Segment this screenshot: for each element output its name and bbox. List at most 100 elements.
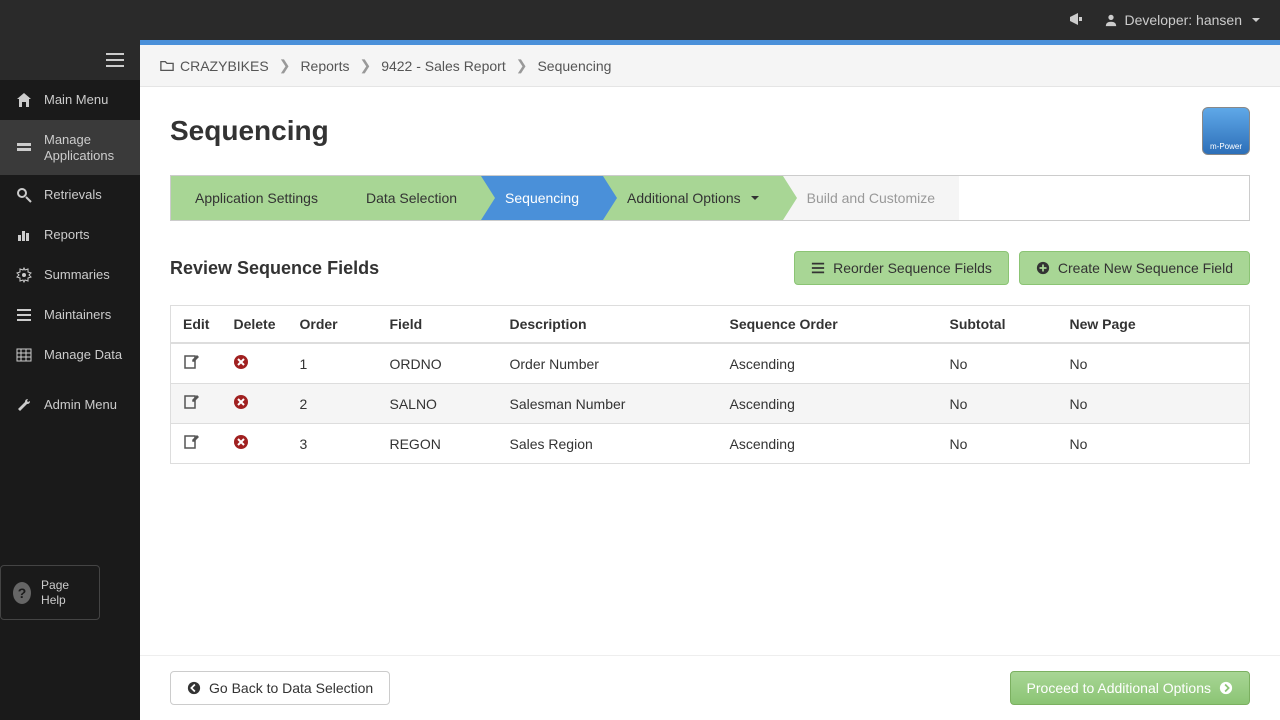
wizard-step-sequencing[interactable]: Sequencing: [481, 176, 603, 220]
breadcrumb-label: Reports: [300, 58, 349, 74]
cell-sequence-order: Ascending: [717, 343, 937, 384]
arrow-left-circle-icon: [187, 681, 201, 695]
sidebar-item-label: Main Menu: [44, 92, 108, 108]
chevron-right-icon: ❯: [279, 57, 291, 74]
cell-subtotal: No: [937, 343, 1057, 384]
cell-subtotal: No: [937, 384, 1057, 424]
breadcrumb: CRAZYBIKES ❯ Reports ❯ 9422 - Sales Repo…: [140, 45, 1280, 87]
list-icon: [16, 307, 32, 323]
sidebar-item-manage-applications[interactable]: Manage Applications: [0, 120, 140, 175]
caret-down-icon: [1252, 18, 1260, 22]
delete-icon[interactable]: [233, 394, 249, 410]
sidebar-item-maintainers[interactable]: Maintainers: [0, 295, 140, 335]
sidebar-item-label: Manage Data: [44, 347, 122, 363]
breadcrumb-item-root[interactable]: CRAZYBIKES: [160, 58, 269, 74]
reorder-button[interactable]: Reorder Sequence Fields: [794, 251, 1009, 285]
topbar: Developer: hansen: [0, 0, 1280, 40]
button-label: Create New Sequence Field: [1058, 260, 1233, 276]
sidebar-item-reports[interactable]: Reports: [0, 215, 140, 255]
folder-icon: [160, 59, 174, 73]
user-menu[interactable]: Developer: hansen: [1104, 12, 1260, 28]
mpower-logo: m-Power: [1202, 107, 1250, 155]
cell-order: 1: [287, 343, 377, 384]
breadcrumb-item-current: Sequencing: [537, 58, 611, 74]
edit-icon[interactable]: [183, 394, 199, 410]
sequence-table: Edit Delete Order Field Description Sequ…: [170, 305, 1250, 464]
th-edit: Edit: [171, 306, 222, 344]
footer: Go Back to Data Selection Proceed to Add…: [140, 655, 1280, 720]
announcement-icon[interactable]: [1068, 11, 1084, 30]
cell-field: ORDNO: [377, 343, 497, 384]
search-icon: [16, 187, 32, 203]
hamburger-icon: [106, 53, 124, 67]
page-help-label: Page Help: [41, 578, 87, 607]
button-label: Go Back to Data Selection: [209, 680, 373, 696]
wizard-step-data-selection[interactable]: Data Selection: [342, 176, 481, 220]
breadcrumb-item-reports[interactable]: Reports: [300, 58, 349, 74]
edit-icon[interactable]: [183, 434, 199, 450]
help-icon: ?: [13, 582, 31, 604]
chevron-right-icon: ❯: [359, 57, 371, 74]
sidebar-item-summaries[interactable]: Summaries: [0, 255, 140, 295]
page-title: Sequencing: [170, 115, 329, 147]
sidebar-item-label: Manage Applications: [44, 132, 124, 163]
page-help-button[interactable]: ? Page Help: [0, 565, 100, 620]
wizard-step-additional-options[interactable]: Additional Options: [603, 176, 783, 220]
breadcrumb-item-report[interactable]: 9422 - Sales Report: [381, 58, 506, 74]
cell-field: REGON: [377, 424, 497, 464]
chart-icon: [16, 227, 32, 243]
sidebar-item-label: Maintainers: [44, 307, 111, 323]
user-label: Developer: hansen: [1124, 12, 1242, 28]
wizard-step-label: Additional Options: [627, 190, 741, 206]
sidebar-item-label: Admin Menu: [44, 397, 117, 413]
breadcrumb-label: CRAZYBIKES: [180, 58, 269, 74]
sidebar-item-retrievals[interactable]: Retrievals: [0, 175, 140, 215]
cell-description: Order Number: [497, 343, 717, 384]
delete-icon[interactable]: [233, 354, 249, 370]
sidebar-item-main-menu[interactable]: Main Menu: [0, 80, 140, 120]
table-row: 1ORDNOOrder NumberAscendingNoNo: [171, 343, 1250, 384]
cell-new-page: No: [1057, 343, 1249, 384]
button-label: Proceed to Additional Options: [1027, 680, 1211, 696]
th-delete: Delete: [221, 306, 287, 344]
cell-field: SALNO: [377, 384, 497, 424]
th-subtotal: Subtotal: [937, 306, 1057, 344]
cell-new-page: No: [1057, 424, 1249, 464]
wizard-steps: Application Settings Data Selection Sequ…: [170, 175, 1250, 221]
wrench-icon: [16, 397, 32, 413]
table-row: 3REGONSales RegionAscendingNoNo: [171, 424, 1250, 464]
applications-icon: [16, 140, 32, 156]
breadcrumb-label: Sequencing: [537, 58, 611, 74]
th-description: Description: [497, 306, 717, 344]
proceed-button[interactable]: Proceed to Additional Options: [1010, 671, 1250, 705]
sidebar-item-label: Retrievals: [44, 187, 102, 203]
table-row: 2SALNOSalesman NumberAscendingNoNo: [171, 384, 1250, 424]
wizard-step-label: Build and Customize: [807, 190, 935, 206]
th-new-page: New Page: [1057, 306, 1249, 344]
button-label: Reorder Sequence Fields: [833, 260, 992, 276]
arrow-right-circle-icon: [1219, 681, 1233, 695]
sidebar-item-manage-data[interactable]: Manage Data: [0, 335, 140, 375]
cell-order: 3: [287, 424, 377, 464]
cell-sequence-order: Ascending: [717, 384, 937, 424]
cell-order: 2: [287, 384, 377, 424]
table-header-row: Edit Delete Order Field Description Sequ…: [171, 306, 1250, 344]
delete-icon[interactable]: [233, 434, 249, 450]
sidebar-item-admin-menu[interactable]: Admin Menu: [0, 385, 140, 425]
edit-icon[interactable]: [183, 354, 199, 370]
th-order: Order: [287, 306, 377, 344]
main-content: CRAZYBIKES ❯ Reports ❯ 9422 - Sales Repo…: [140, 40, 1280, 720]
chevron-right-icon: ❯: [516, 57, 528, 74]
hamburger-button[interactable]: [0, 40, 140, 80]
cell-new-page: No: [1057, 384, 1249, 424]
section-title: Review Sequence Fields: [170, 258, 379, 279]
reorder-icon: [811, 261, 825, 275]
th-sequence-order: Sequence Order: [717, 306, 937, 344]
create-button[interactable]: Create New Sequence Field: [1019, 251, 1250, 285]
grid-icon: [16, 347, 32, 363]
wizard-step-application-settings[interactable]: Application Settings: [171, 176, 342, 220]
cell-sequence-order: Ascending: [717, 424, 937, 464]
wizard-step-build-customize: Build and Customize: [783, 176, 959, 220]
back-button[interactable]: Go Back to Data Selection: [170, 671, 390, 705]
gear-icon: [16, 267, 32, 283]
